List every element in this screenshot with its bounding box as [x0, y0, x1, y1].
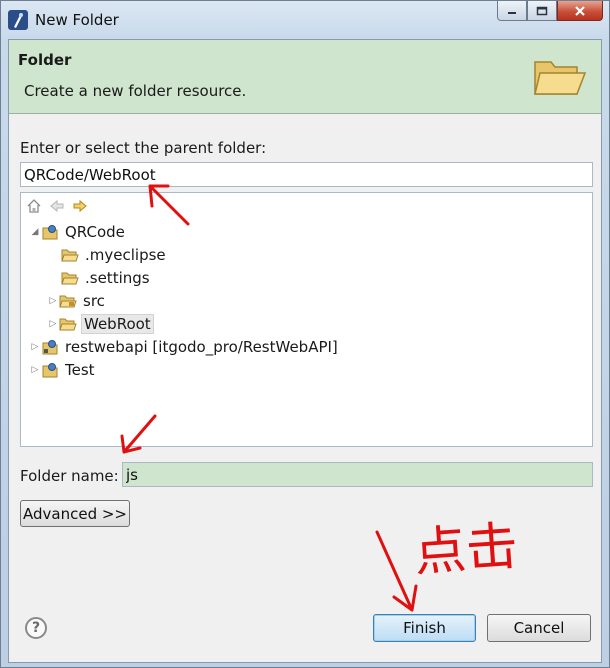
close-button[interactable] — [557, 1, 603, 21]
tree-item-qrcode[interactable]: ◢ QRCode — [29, 221, 127, 242]
project-icon — [41, 224, 59, 240]
annotation-text: 点击 — [412, 516, 520, 584]
tree-item-myeclipse[interactable]: .myeclipse — [61, 244, 168, 265]
expanded-arrow-icon[interactable]: ◢ — [29, 227, 41, 237]
folder-tree[interactable]: ◢ QRCode .myeclipse .settings ▷ src ▷ We… — [20, 192, 593, 447]
back-button[interactable] — [48, 197, 66, 215]
banner-message: Create a new folder resource. — [24, 82, 247, 100]
back-arrow-icon — [50, 199, 64, 213]
tree-item-settings[interactable]: .settings — [61, 267, 152, 288]
tree-item-label: restwebapi [itgodo_pro/RestWebAPI] — [65, 337, 338, 356]
tree-item-restwebapi[interactable]: ▷ restwebapi [itgodo_pro/RestWebAPI] — [29, 336, 340, 357]
maximize-button[interactable] — [527, 1, 557, 21]
folder-banner-icon — [534, 61, 587, 95]
cancel-button[interactable]: Cancel — [487, 614, 591, 642]
folder-icon — [61, 270, 79, 286]
tree-item-label: QRCode — [65, 222, 125, 241]
advanced-button[interactable]: Advanced >> — [20, 500, 130, 527]
tree-item-label: src — [83, 291, 105, 310]
home-button[interactable] — [25, 197, 43, 215]
parent-folder-input[interactable] — [20, 162, 593, 187]
app-icon — [8, 10, 28, 30]
help-icon[interactable]: ? — [25, 617, 47, 639]
tree-toolbar — [25, 197, 89, 215]
tree-item-label: Test — [65, 360, 95, 379]
window-title: New Folder — [35, 11, 119, 29]
folder-icon — [61, 247, 79, 263]
tree-item-test[interactable]: ▷ Test — [29, 359, 97, 380]
collapsed-arrow-icon[interactable]: ▷ — [29, 342, 41, 352]
project-icon — [41, 362, 59, 378]
collapsed-arrow-icon[interactable]: ▷ — [47, 319, 59, 329]
header-banner: Folder Create a new folder resource. — [9, 40, 601, 114]
tree-item-src[interactable]: ▷ src — [47, 290, 107, 311]
home-icon — [27, 199, 41, 213]
minimize-button[interactable] — [497, 1, 527, 21]
banner-title: Folder — [18, 51, 72, 69]
project-icon — [41, 339, 59, 355]
tree-item-label: .settings — [85, 268, 150, 287]
minimize-icon — [508, 11, 516, 14]
folder-name-label: Folder name: — [20, 467, 119, 485]
collapsed-arrow-icon[interactable]: ▷ — [47, 296, 59, 306]
collapsed-arrow-icon[interactable]: ▷ — [29, 365, 41, 375]
forward-button[interactable] — [71, 197, 89, 215]
close-icon — [575, 5, 585, 16]
maximize-icon — [536, 6, 548, 15]
package-folder-icon — [59, 293, 77, 309]
forward-arrow-icon — [73, 199, 87, 213]
tree-item-label: WebRoot — [81, 313, 154, 334]
tree-item-webroot[interactable]: ▷ WebRoot — [47, 313, 154, 334]
folder-open-icon — [59, 316, 77, 332]
title-bar[interactable]: New Folder — [1, 1, 609, 39]
window-controls — [497, 1, 603, 23]
folder-name-input[interactable] — [122, 462, 593, 487]
finish-button[interactable]: Finish — [373, 614, 476, 642]
parent-folder-label: Enter or select the parent folder: — [20, 139, 267, 157]
tree-item-label: .myeclipse — [85, 245, 166, 264]
